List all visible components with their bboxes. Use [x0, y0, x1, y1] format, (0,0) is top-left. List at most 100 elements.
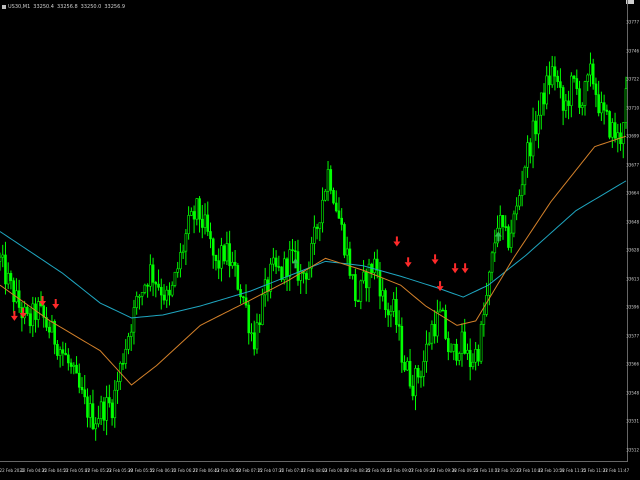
- candle-body: [304, 273, 308, 280]
- candle-body: [337, 210, 341, 219]
- candle-body: [422, 361, 426, 377]
- candle-body: [220, 245, 223, 269]
- candle-body: [12, 280, 15, 303]
- candle-body: [518, 195, 521, 207]
- candle-body: [26, 306, 29, 315]
- candle-body: [537, 114, 540, 135]
- candle-body: [228, 243, 231, 267]
- candle-body: [531, 120, 535, 157]
- candle-body: [28, 313, 32, 327]
- candle-body: [184, 233, 188, 252]
- price-axis-label: 33664: [626, 190, 639, 196]
- candle-body: [151, 264, 155, 283]
- candle-body: [135, 295, 138, 308]
- candle-body: [559, 81, 562, 88]
- candle-body: [471, 361, 475, 368]
- candle-body: [121, 362, 125, 365]
- candle-body: [173, 271, 177, 286]
- candle-body: [468, 349, 472, 368]
- price-axis-label: 33577: [626, 333, 639, 339]
- candle-body: [1, 254, 5, 258]
- price-plot[interactable]: [0, 0, 628, 462]
- price-axis-label: 33548: [626, 390, 639, 396]
- candle-body: [589, 63, 592, 76]
- candle-body: [293, 250, 297, 252]
- candle-body: [198, 198, 201, 220]
- candle-body: [179, 252, 182, 270]
- candle-body: [105, 397, 108, 421]
- candle-body: [222, 245, 226, 262]
- candle-body: [162, 294, 166, 301]
- price-axis-label: 33710: [626, 105, 639, 111]
- candle-body: [457, 353, 461, 361]
- candle-body: [444, 310, 447, 339]
- candle-body: [129, 331, 133, 337]
- candle-body: [285, 258, 289, 277]
- candle-body: [397, 324, 401, 327]
- sell-arrow-icon: [451, 263, 459, 274]
- candle-body: [416, 368, 420, 378]
- candle-body: [157, 283, 160, 288]
- candle-body: [266, 279, 270, 292]
- candle-body: [159, 287, 163, 296]
- candle-body: [250, 332, 253, 335]
- candle-body: [203, 214, 207, 228]
- candle-body: [329, 169, 333, 191]
- candle-body: [378, 270, 382, 297]
- candle-body: [67, 354, 70, 364]
- chart-window[interactable]: US30,M1 33250.4 33256.8 33250.0 33256.9 …: [0, 0, 640, 480]
- candle-body: [515, 205, 518, 215]
- candle-body: [116, 381, 119, 391]
- candle-body: [56, 343, 59, 356]
- candle-body: [414, 368, 417, 397]
- candle-body: [567, 100, 570, 106]
- candle-body: [591, 63, 595, 85]
- candle-body: [231, 261, 234, 267]
- candle-body: [86, 396, 89, 418]
- candle-body: [605, 109, 609, 112]
- candle-body: [9, 273, 13, 282]
- candle-body: [239, 289, 242, 297]
- sell-arrow-icon: [52, 299, 60, 310]
- candle-body: [6, 273, 10, 285]
- candle-body: [64, 352, 67, 356]
- candles: [0, 52, 628, 441]
- candle-body: [594, 83, 598, 95]
- candle-body: [512, 213, 516, 234]
- candle-body: [332, 190, 335, 204]
- candle-body: [140, 292, 144, 297]
- candle-body: [427, 342, 431, 345]
- candle-body: [233, 261, 237, 266]
- candle-body: [176, 268, 179, 273]
- candle-body: [436, 311, 439, 337]
- candle-body: [168, 289, 171, 296]
- candle-body: [542, 92, 546, 105]
- candle-body: [258, 322, 261, 325]
- candle-body: [34, 303, 37, 320]
- candle-body: [354, 274, 357, 302]
- candle-body: [334, 202, 338, 212]
- candle-body: [460, 331, 464, 354]
- candle-body: [102, 401, 106, 421]
- candle-body: [195, 198, 199, 220]
- candle-body: [389, 310, 393, 316]
- candle-body: [214, 254, 218, 261]
- candle-body: [206, 214, 210, 232]
- candle-body: [621, 122, 625, 145]
- candle-body: [225, 243, 229, 262]
- price-axis-label: 33628: [626, 247, 639, 253]
- candle-body: [452, 343, 456, 352]
- candle-body: [192, 211, 196, 220]
- candle-body: [365, 271, 368, 289]
- candle-body: [348, 248, 352, 276]
- candle-body: [482, 314, 486, 325]
- price-axis-label: 33512: [626, 447, 639, 453]
- candle-body: [539, 92, 543, 116]
- sell-arrow-icon: [404, 257, 412, 268]
- sell-arrow-icon: [393, 236, 401, 247]
- candle-body: [326, 169, 330, 192]
- candle-body: [124, 348, 128, 364]
- candle-body: [343, 224, 346, 256]
- candle-body: [170, 285, 174, 296]
- candle-body: [406, 361, 409, 371]
